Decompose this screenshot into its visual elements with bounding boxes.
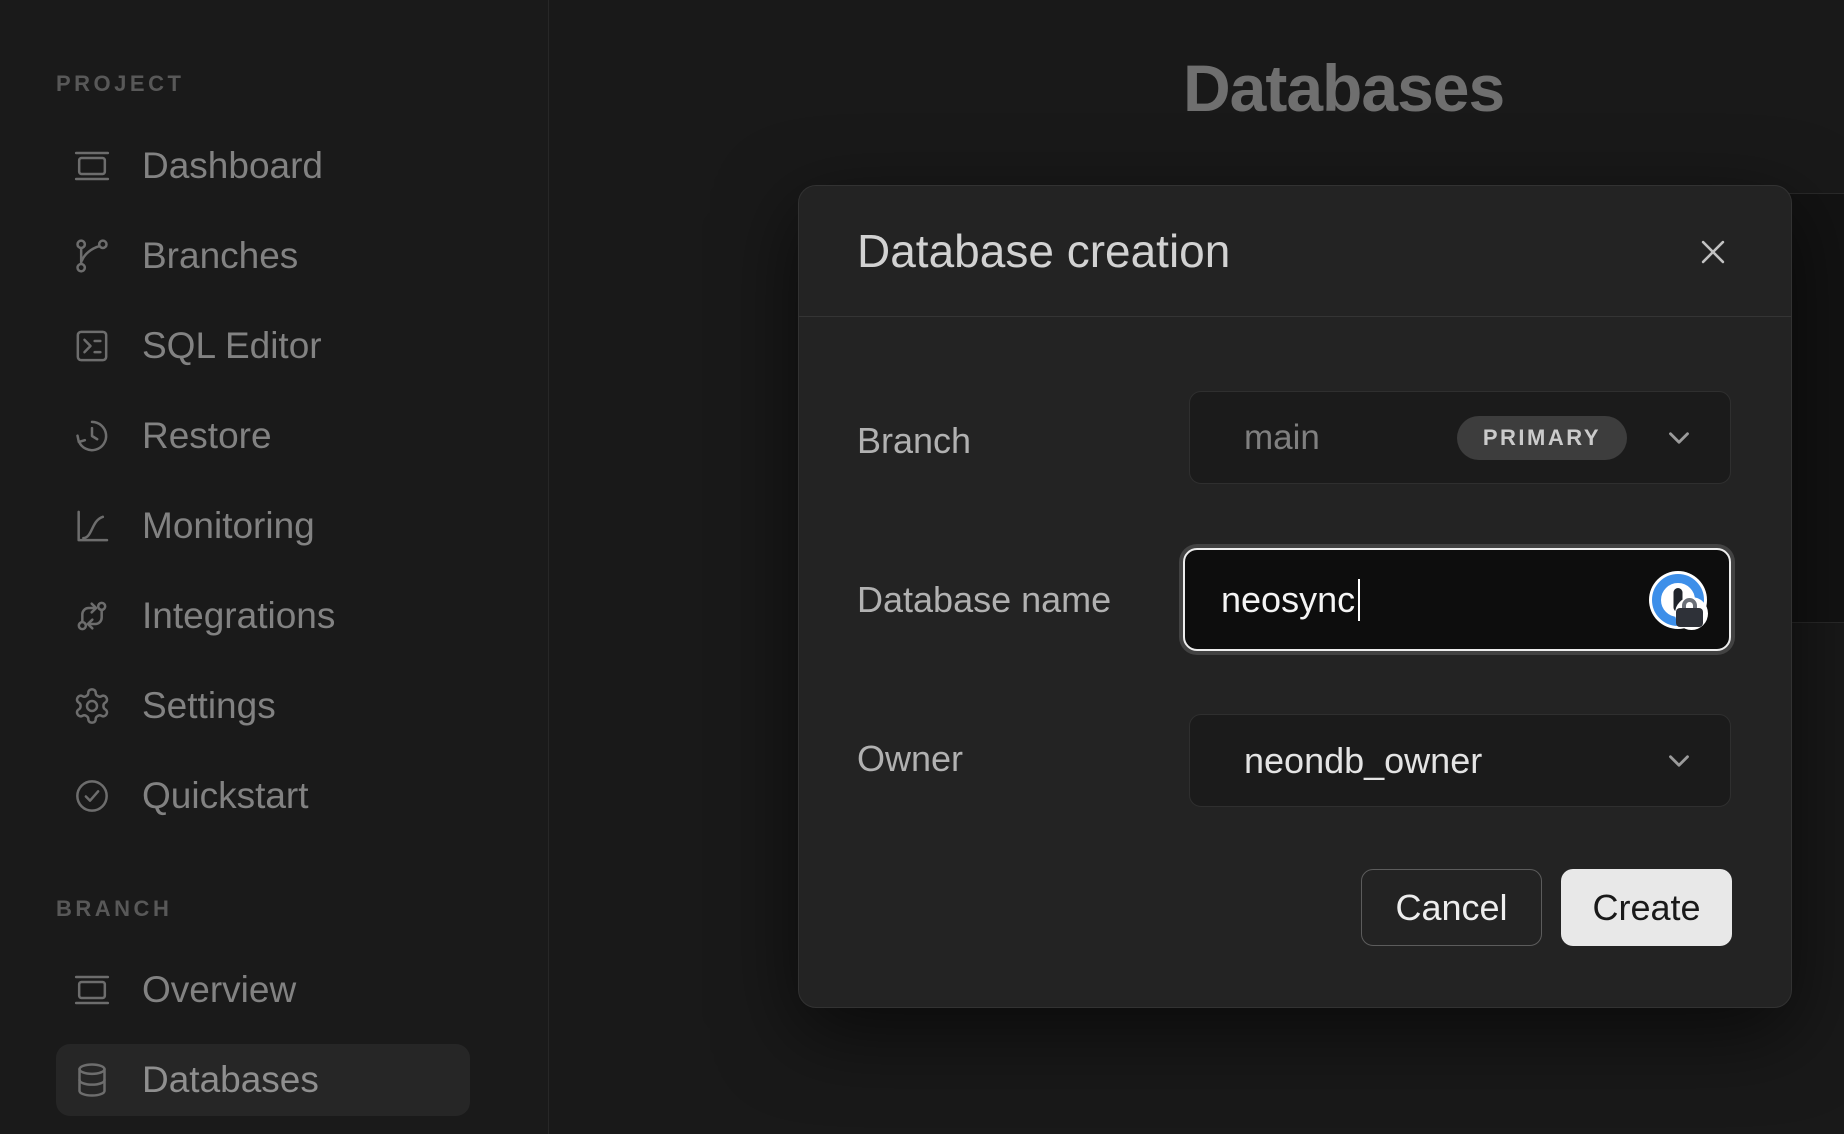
modal-title: Database creation — [857, 224, 1230, 278]
sidebar-item-label: Monitoring — [142, 505, 315, 547]
sidebar-item-restore[interactable]: Restore — [56, 400, 470, 472]
primary-badge: PRIMARY — [1457, 416, 1627, 460]
close-icon[interactable] — [1693, 232, 1733, 272]
sidebar-section-branch: BRANCH — [56, 896, 172, 922]
sidebar-item-label: Settings — [142, 685, 276, 727]
sidebar-item-label: Overview — [142, 969, 296, 1011]
database-name-value: neosync — [1221, 579, 1355, 621]
branch-select-value: main — [1244, 418, 1320, 458]
owner-select-value: neondb_owner — [1244, 740, 1482, 782]
sidebar-item-settings[interactable]: Settings — [56, 670, 470, 742]
branch-nav: Overview Databases — [56, 954, 470, 1134]
sidebar-item-label: Dashboard — [142, 145, 323, 187]
gear-icon — [72, 686, 112, 726]
sidebar-item-label: Integrations — [142, 595, 335, 637]
create-button[interactable]: Create — [1561, 869, 1732, 946]
chevron-down-icon — [1662, 421, 1696, 455]
window-icon — [72, 970, 112, 1010]
sidebar-item-label: Quickstart — [142, 775, 309, 817]
sidebar-section-project: PROJECT — [56, 71, 184, 97]
onepassword-icon[interactable] — [1649, 571, 1707, 629]
page-title: Databases — [1183, 55, 1504, 121]
sidebar-item-label: SQL Editor — [142, 325, 322, 367]
sidebar-item-monitoring[interactable]: Monitoring — [56, 490, 470, 562]
branch-select[interactable]: main PRIMARY — [1189, 391, 1731, 484]
owner-select[interactable]: neondb_owner — [1189, 714, 1731, 807]
sidebar-item-label: Branches — [142, 235, 298, 277]
owner-field-label: Owner — [857, 741, 963, 777]
database-name-input[interactable]: neosync — [1183, 548, 1731, 651]
sidebar-item-overview[interactable]: Overview — [56, 954, 470, 1026]
database-creation-modal: Database creation Branch main PRIMARY Da… — [798, 185, 1792, 1008]
lock-body — [1676, 608, 1703, 627]
cancel-button[interactable]: Cancel — [1361, 869, 1542, 946]
project-nav: Dashboard Branches SQL Editor Restore Mo — [56, 130, 470, 850]
sidebar-item-branches[interactable]: Branches — [56, 220, 470, 292]
chevron-down-icon — [1662, 744, 1696, 778]
sidebar-item-sql-editor[interactable]: SQL Editor — [56, 310, 470, 382]
git-branch-icon — [72, 236, 112, 276]
sidebar-item-label: Databases — [142, 1059, 319, 1101]
sidebar-item-integrations[interactable]: Integrations — [56, 580, 470, 652]
modal-header: Database creation — [799, 186, 1791, 317]
sidebar-item-databases[interactable]: Databases — [56, 1044, 470, 1116]
database-icon — [72, 1060, 112, 1100]
sidebar-item-label: Restore — [142, 415, 272, 457]
sidebar-item-dashboard[interactable]: Dashboard — [56, 130, 470, 202]
window-icon — [72, 146, 112, 186]
check-circle-icon — [72, 776, 112, 816]
history-icon — [72, 416, 112, 456]
sidebar: PROJECT Dashboard Branches SQL Editor Re… — [0, 0, 549, 1134]
database-name-field-label: Database name — [857, 582, 1111, 618]
chart-curve-icon — [72, 506, 112, 546]
text-caret — [1358, 579, 1360, 621]
sync-arrows-icon — [72, 596, 112, 636]
sql-terminal-icon — [72, 326, 112, 366]
branch-field-label: Branch — [857, 423, 971, 459]
sidebar-item-quickstart[interactable]: Quickstart — [56, 760, 470, 832]
